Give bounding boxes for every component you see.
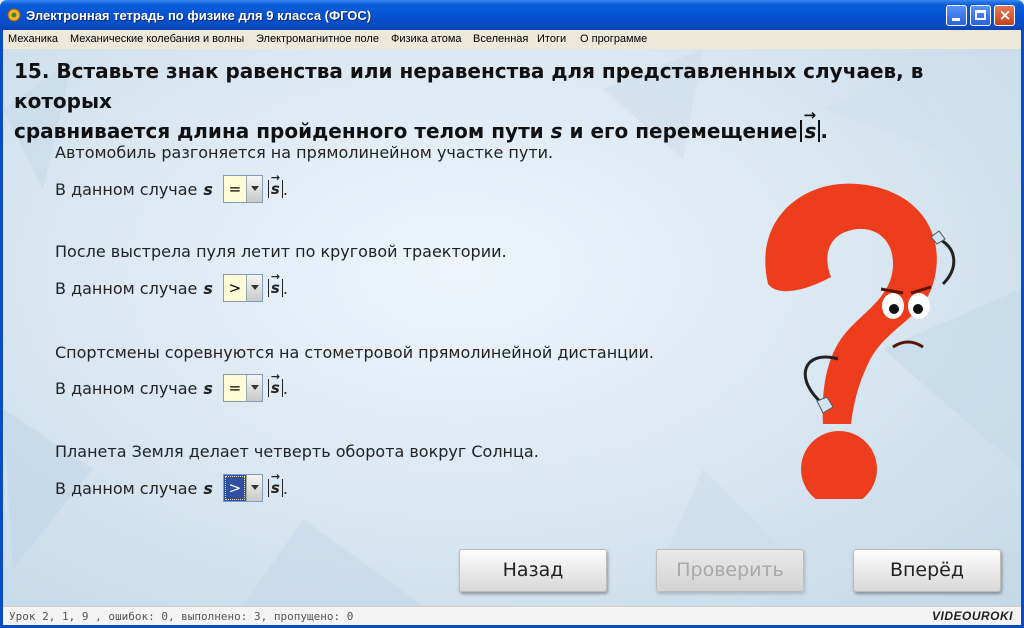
case-4-text: Планета Земля делает четверть оборота во… — [55, 442, 539, 461]
case-3-answer: В данном случае s = s . — [55, 368, 288, 402]
next-button[interactable]: Вперёд — [853, 549, 1001, 592]
menu-item-em-field[interactable]: Электромагнитное поле — [256, 33, 379, 45]
menu-item-about[interactable]: О программе — [580, 33, 647, 45]
dropdown-arrow-icon[interactable] — [245, 375, 262, 401]
menu-item-atom[interactable]: Физика атома — [391, 33, 462, 45]
window-frame-left — [0, 49, 3, 628]
dropdown-arrow-icon[interactable] — [245, 176, 262, 202]
maximize-icon — [975, 10, 986, 20]
displacement-magnitude: s — [267, 268, 283, 297]
maximize-button[interactable] — [970, 5, 991, 26]
case-1-select[interactable]: = — [222, 175, 263, 203]
question-mark-mascot — [765, 183, 956, 499]
back-button[interactable]: Назад — [459, 549, 607, 592]
menu-bar: Механика Механические колебания и волны … — [0, 30, 1024, 49]
question-text: 15. Вставьте знак равенства или неравенс… — [14, 56, 974, 146]
case-1-text: Автомобиль разгоняется на прямолинейном … — [55, 143, 554, 162]
close-icon: × — [998, 6, 1012, 24]
menu-item-oscillations[interactable]: Механические колебания и волны — [70, 33, 244, 45]
minimize-button[interactable] — [946, 5, 967, 26]
case-2-answer: В данном случае s > s . — [55, 268, 288, 302]
app-icon — [7, 8, 21, 22]
window-title: Электронная тетрадь по физике для 9 клас… — [26, 8, 372, 23]
question-line-1: 15. Вставьте знак равенства или неравенс… — [14, 59, 924, 113]
question-line-2: сравнивается длина пройденного телом пут… — [14, 116, 974, 146]
status-bar: Урок 2, 1, 9 , ошибок: 0, выполнено: 3, … — [3, 606, 1021, 625]
case-3-text: Спортсмены соревнуются на стометровой пр… — [55, 343, 654, 362]
dropdown-arrow-icon[interactable] — [245, 475, 262, 501]
close-button[interactable]: × — [994, 5, 1015, 26]
title-bar: Электронная тетрадь по физике для 9 клас… — [0, 0, 1024, 30]
status-text: Урок 2, 1, 9 , ошибок: 0, выполнено: 3, … — [9, 610, 354, 623]
minimize-icon — [952, 18, 960, 21]
displacement-magnitude: s — [267, 368, 283, 397]
menu-item-results[interactable]: Итоги — [537, 33, 566, 45]
menu-item-universe[interactable]: Вселенная — [473, 33, 528, 45]
case-3-select[interactable]: = — [222, 374, 263, 402]
displacement-vector: s — [800, 120, 821, 142]
check-button[interactable]: Проверить — [656, 549, 804, 592]
brand-logo: VIDEOUROKI — [931, 609, 1013, 623]
displacement-magnitude: s — [267, 468, 283, 497]
case-1-answer: В данном случае s = s . — [55, 169, 288, 203]
case-4-select[interactable]: > — [222, 474, 263, 502]
dropdown-arrow-icon[interactable] — [245, 275, 262, 301]
case-2-text: После выстрела пуля летит по круговой тр… — [55, 242, 507, 261]
lesson-content: 15. Вставьте знак равенства или неравенс… — [3, 49, 1021, 606]
case-4-answer: В данном случае s > s . — [55, 468, 288, 502]
case-2-select[interactable]: > — [222, 274, 263, 302]
menu-item-mechanics[interactable]: Механика — [8, 33, 58, 45]
displacement-magnitude: s — [267, 169, 283, 198]
